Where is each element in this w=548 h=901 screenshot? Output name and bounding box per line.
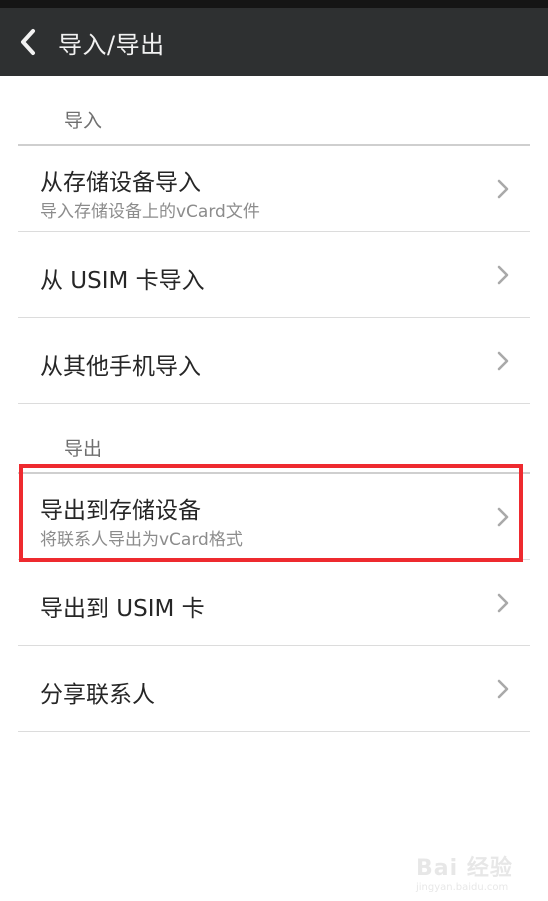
status-bar bbox=[0, 0, 548, 8]
chevron-right-icon bbox=[497, 593, 509, 613]
list-item-import-from-storage[interactable]: 从存储设备导入 导入存储设备上的vCard文件 bbox=[18, 146, 530, 232]
app-header: 导入/导出 bbox=[0, 8, 548, 76]
list-item-export-to-storage[interactable]: 导出到存储设备 将联系人导出为vCard格式 bbox=[18, 474, 530, 560]
item-title: 导出到 USIM 卡 bbox=[40, 596, 205, 622]
section-label-export: 导出 bbox=[64, 438, 103, 460]
watermark-url: jingyan.baidu.com bbox=[416, 882, 509, 893]
item-subtitle: 导入存储设备上的vCard文件 bbox=[40, 202, 260, 222]
item-title: 从存储设备导入 bbox=[40, 170, 201, 196]
chevron-right-icon bbox=[497, 351, 509, 371]
chevron-right-icon bbox=[497, 265, 509, 285]
chevron-right-icon bbox=[497, 679, 509, 699]
row-divider bbox=[18, 403, 530, 404]
item-title: 分享联系人 bbox=[40, 682, 155, 708]
section-label-import: 导入 bbox=[64, 110, 103, 132]
row-divider bbox=[18, 731, 530, 732]
back-button[interactable] bbox=[4, 8, 52, 76]
list-item-import-from-usim[interactable]: 从 USIM 卡导入 bbox=[18, 232, 530, 318]
item-title: 导出到存储设备 bbox=[40, 498, 201, 524]
list-item-share-contacts[interactable]: 分享联系人 bbox=[18, 646, 530, 732]
page-title: 导入/导出 bbox=[58, 30, 165, 59]
chevron-right-icon bbox=[497, 179, 509, 199]
list-item-import-from-other-phone[interactable]: 从其他手机导入 bbox=[18, 318, 530, 404]
chevron-left-icon bbox=[21, 29, 35, 55]
list-item-export-to-usim[interactable]: 导出到 USIM 卡 bbox=[18, 560, 530, 646]
item-subtitle: 将联系人导出为vCard格式 bbox=[40, 530, 243, 550]
item-title: 从其他手机导入 bbox=[40, 354, 201, 380]
item-title: 从 USIM 卡导入 bbox=[40, 268, 205, 294]
watermark: Bai 经验 jingyan.baidu.com bbox=[416, 850, 526, 893]
watermark-logo: Bai 经验 bbox=[416, 856, 513, 881]
chevron-right-icon bbox=[497, 507, 509, 527]
